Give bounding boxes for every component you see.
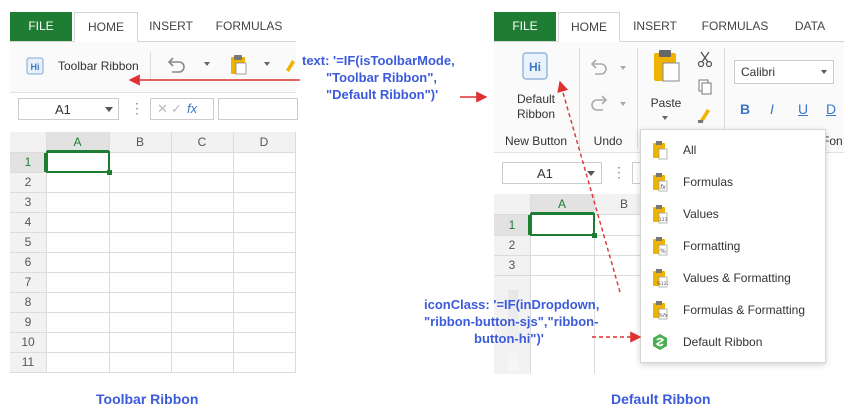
arrow-to-hi-icon [557, 80, 621, 293]
annotation-arrows [128, 74, 642, 343]
